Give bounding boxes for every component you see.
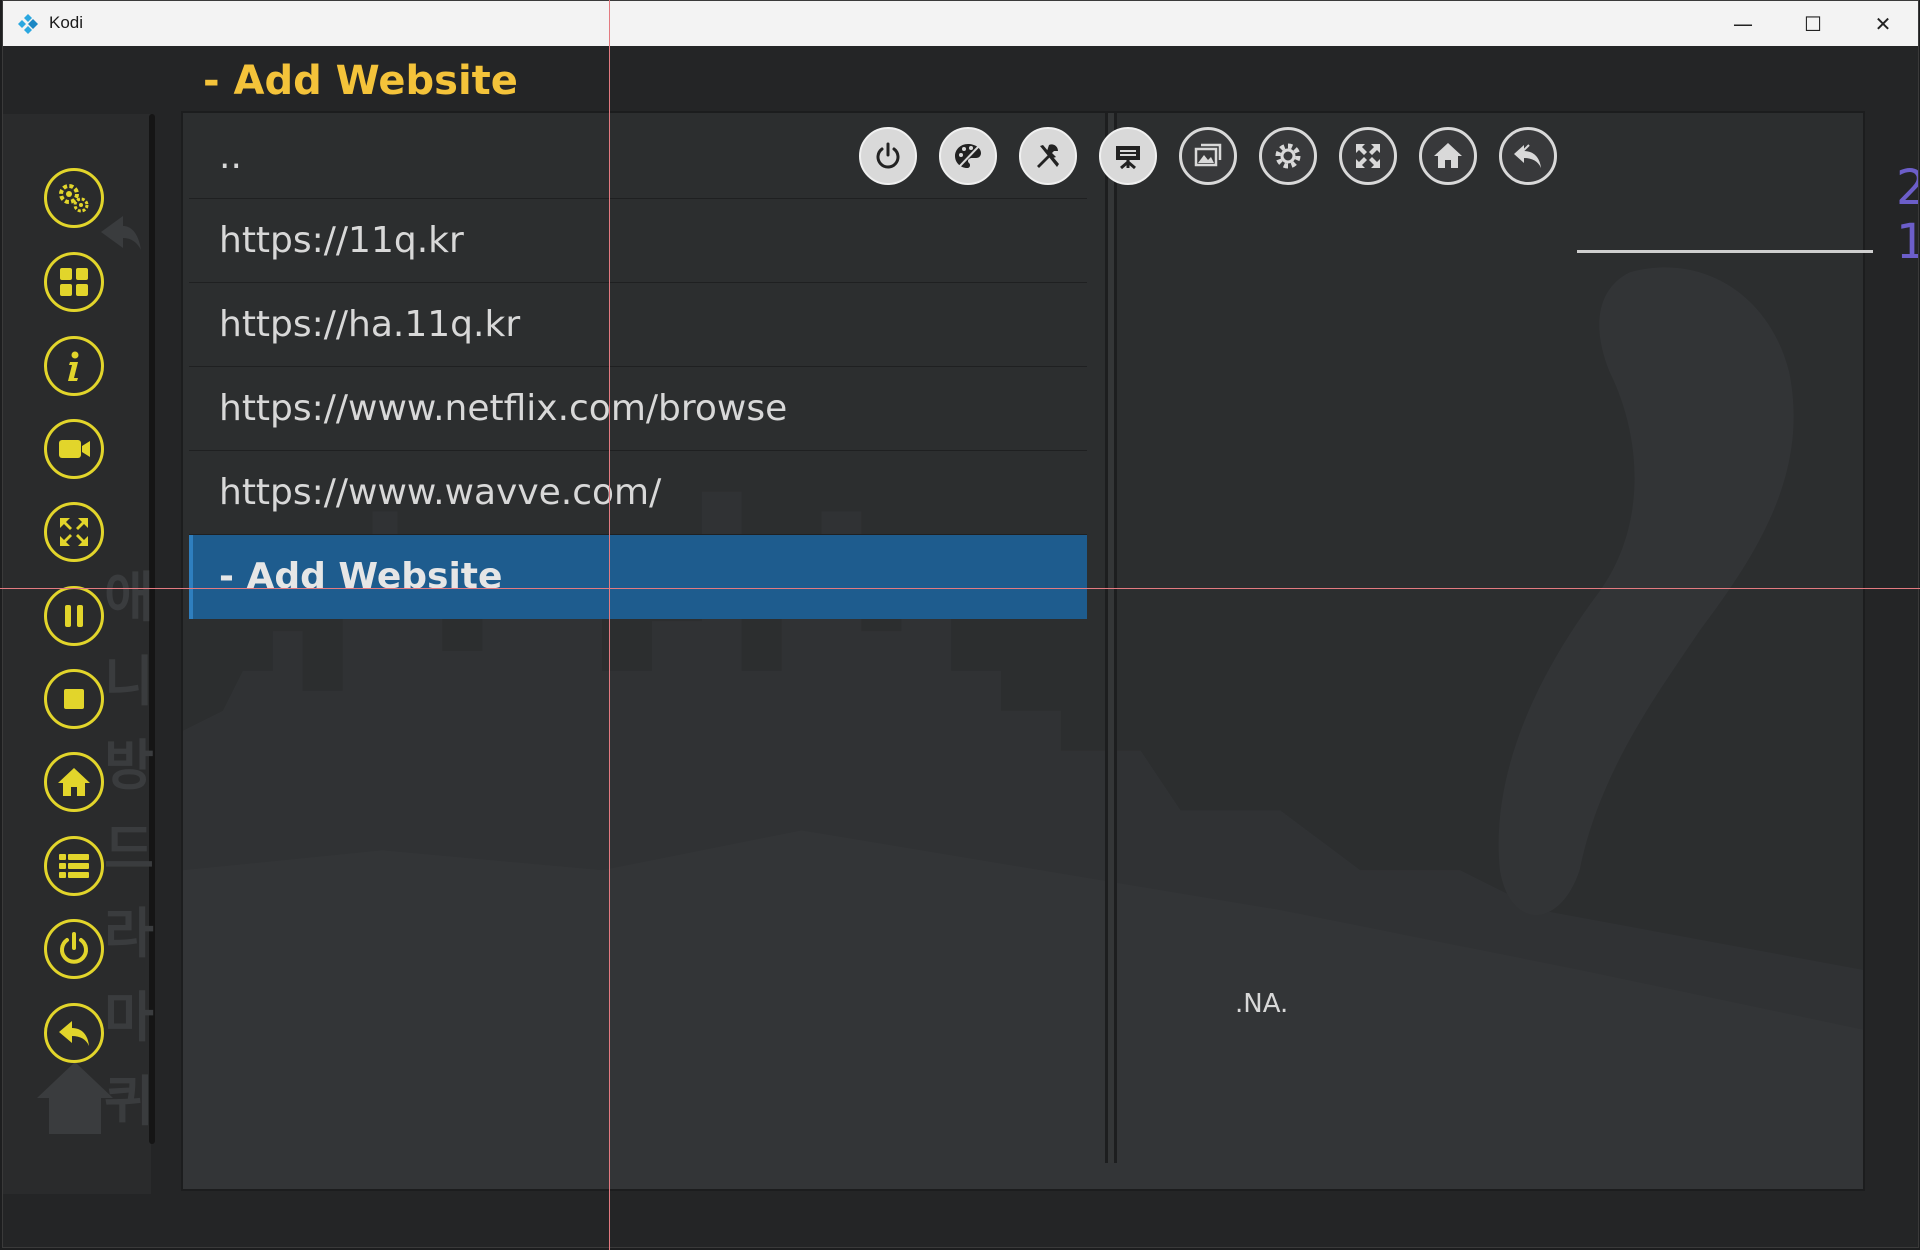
background-watermark-char: 방 [104, 734, 154, 797]
website-list: .. https://11q.kr https://ha.11q.kr http… [189, 115, 1087, 619]
stop-icon[interactable] [44, 669, 104, 729]
background-back-arrow-icon [101, 216, 141, 250]
kodi-client-area: 애니방드라마퀴 - Add Website .. https://11q.kr … [3, 46, 1918, 1247]
back-icon[interactable] [44, 1003, 104, 1063]
close-button[interactable]: ✕ [1848, 1, 1918, 46]
right-separator-line [1577, 250, 1873, 253]
background-watermark-char: 드 [104, 818, 154, 881]
window-title: Kodi [49, 13, 84, 32]
detail-value: .NA. [1235, 989, 1289, 1019]
home-icon[interactable] [44, 752, 104, 812]
edge-clock-digits: 2 1 [1896, 161, 1918, 269]
list-item-website[interactable]: https://www.wavve.com/ [189, 451, 1087, 535]
background-watermark-char: 마 [104, 986, 154, 1049]
list-item-add-website[interactable]: - Add Website [189, 535, 1087, 619]
kodi-window: Kodi — ☐ ✕ 애니방드라마퀴 - Add Website .. http… [2, 0, 1919, 1248]
power-icon[interactable] [44, 919, 104, 979]
list-item-website[interactable]: https://ha.11q.kr [189, 283, 1087, 367]
picture-icon[interactable] [1179, 127, 1237, 185]
title-bar: Kodi — ☐ ✕ [3, 1, 1918, 46]
power-icon[interactable] [859, 127, 917, 185]
background-watermark-char: 애 [104, 566, 154, 629]
panel-divider [1105, 113, 1117, 1163]
toolbar [859, 127, 1557, 185]
skin-palette-icon[interactable] [939, 127, 997, 185]
camera-icon[interactable] [44, 419, 104, 479]
background-watermark-char: 라 [104, 902, 154, 965]
crosshair-vertical [609, 0, 610, 1250]
kodi-logo-icon [18, 14, 38, 34]
background-watermark-char: 니 [104, 650, 154, 713]
maximize-button[interactable]: ☐ [1778, 1, 1848, 46]
fullscreen-icon[interactable] [44, 502, 104, 562]
main-panel: .. https://11q.kr https://ha.11q.kr http… [181, 111, 1865, 1191]
tools-icon[interactable] [1019, 127, 1077, 185]
presentation-icon[interactable] [1099, 127, 1157, 185]
background-home-icon [37, 1062, 113, 1134]
home-icon[interactable] [1419, 127, 1477, 185]
minimize-button[interactable]: — [1708, 1, 1778, 46]
grid-view-icon[interactable] [44, 252, 104, 312]
crosshair-horizontal [0, 588, 1920, 589]
page-title: - Add Website [203, 58, 518, 104]
list-item-website[interactable]: https://www.netflix.com/browse [189, 367, 1087, 451]
info-icon[interactable] [44, 336, 104, 396]
list-view-icon[interactable] [44, 836, 104, 896]
list-item-website[interactable]: https://11q.kr [189, 199, 1087, 283]
back-icon[interactable] [1499, 127, 1557, 185]
pause-icon[interactable] [44, 586, 104, 646]
fullscreen-icon[interactable] [1339, 127, 1397, 185]
settings-icon[interactable] [1259, 127, 1317, 185]
settings-gears-icon[interactable] [44, 168, 104, 228]
